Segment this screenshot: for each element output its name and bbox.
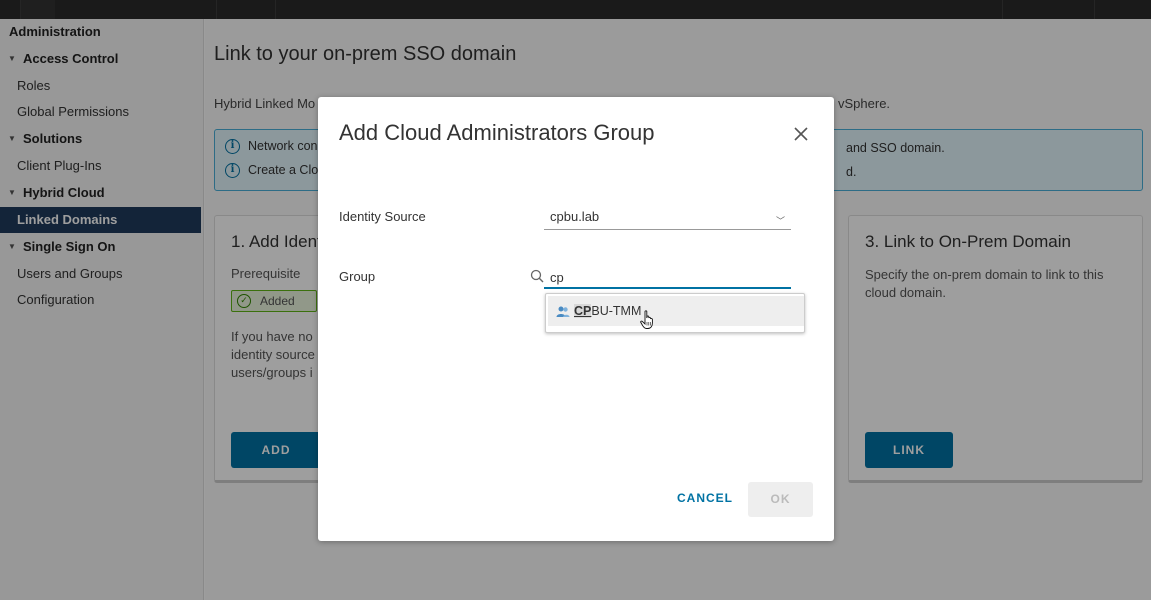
suggestion-item[interactable]: CPBU-TMM (548, 296, 804, 326)
group-search (528, 267, 791, 289)
cancel-button[interactable]: CANCEL (676, 484, 734, 512)
chevron-down-icon: ﹀ (775, 216, 785, 226)
group-icon (556, 306, 570, 317)
suggestion-match-text: CP (574, 304, 592, 318)
search-icon (530, 269, 544, 283)
suggestion-rest-text: BU-TMM (591, 304, 642, 318)
group-search-input[interactable] (544, 267, 791, 289)
group-suggestions-dropdown: CPBU-TMM (545, 293, 805, 333)
close-icon[interactable] (792, 125, 810, 143)
hand-cursor-icon (640, 310, 653, 329)
identity-source-value: cpbu.lab (550, 209, 600, 224)
identity-source-label: Identity Source (339, 209, 426, 224)
group-label: Group (339, 269, 376, 284)
modal-title: Add Cloud Administrators Group (339, 120, 655, 145)
identity-source-select[interactable]: cpbu.lab ﹀ (544, 207, 791, 230)
ok-button[interactable]: OK (748, 482, 813, 517)
add-cloud-admins-group-modal: Add Cloud Administrators Group Identity … (318, 97, 834, 541)
